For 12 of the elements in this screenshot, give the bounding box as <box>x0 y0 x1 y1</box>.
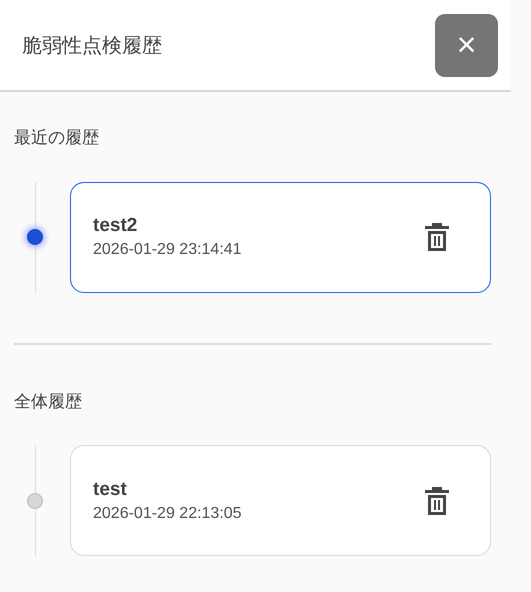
delete-icon[interactable] <box>424 222 450 252</box>
history-name: test2 <box>93 214 138 238</box>
dialog-title: 脆弱性点検履歴 <box>22 32 162 59</box>
history-timestamp: 2026-01-29 22:13:05 <box>93 504 242 524</box>
history-timestamp: 2026-01-29 23:14:41 <box>93 240 242 260</box>
section-title: 最近の履歴 <box>14 127 100 150</box>
history-name: test <box>93 478 128 502</box>
section-title: 全体履歴 <box>14 390 83 414</box>
history-card[interactable]: test2 2026-01-29 23:14:41 <box>70 182 491 292</box>
history-card[interactable]: test 2026-01-29 22:13:05 <box>70 445 491 556</box>
delete-icon[interactable] <box>424 486 450 516</box>
close-button[interactable]: × <box>435 14 498 76</box>
